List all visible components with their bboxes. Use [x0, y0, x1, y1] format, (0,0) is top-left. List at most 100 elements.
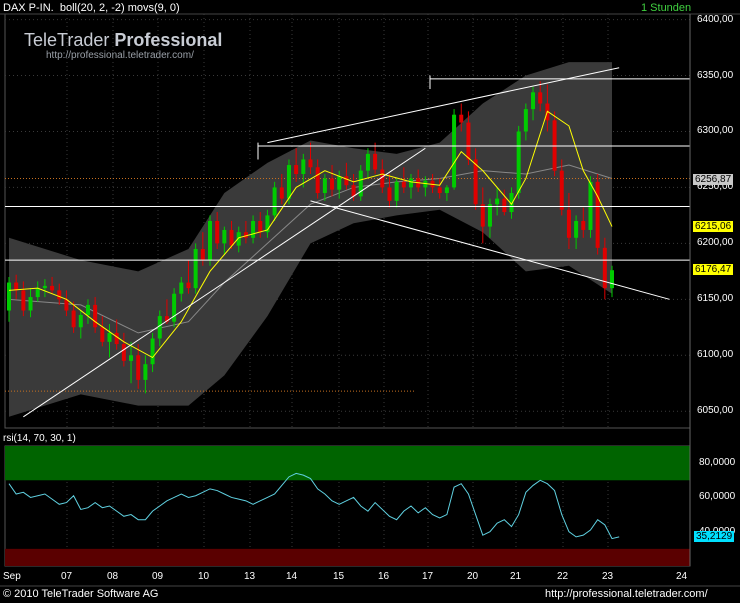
candle-body: [315, 167, 320, 194]
rsi-tick-label: 80,0000: [699, 457, 736, 469]
candle-body: [272, 187, 277, 216]
candle-body: [437, 187, 442, 194]
time-tick-label: 22: [557, 571, 569, 582]
candle-body: [610, 270, 614, 289]
candle-body: [150, 338, 155, 365]
candle-body: [258, 221, 263, 233]
candle-body: [208, 221, 212, 261]
instrument-title: DAX P-IN. boll(20, 2, -2) movs(9, 0): [3, 2, 180, 14]
candle-body: [42, 285, 47, 289]
time-tick-label: 15: [333, 571, 345, 582]
time-tick-label: 23: [602, 571, 614, 582]
chart-window: DAX P-IN. boll(20, 2, -2) movs(9, 0) 1 S…: [0, 0, 740, 603]
candle-body: [251, 221, 256, 238]
candle-body: [136, 355, 141, 380]
candle-body: [552, 120, 557, 171]
indicator-params: boll(20, 2, -2) movs(9, 0): [59, 2, 180, 14]
rsi-value-marker: 35,2129: [694, 531, 735, 542]
candle-body: [559, 170, 564, 210]
time-tick-label: 09: [152, 571, 164, 582]
logo-product: Professional: [114, 30, 223, 50]
candle-body: [487, 204, 492, 227]
candle-body: [452, 114, 457, 188]
candle-body: [229, 229, 234, 246]
time-tick-label: 21: [510, 571, 522, 582]
candle-body: [330, 178, 335, 190]
logo-brand: TeleTrader: [24, 30, 110, 50]
candle-body: [129, 355, 134, 361]
candle-body: [394, 181, 399, 201]
candle-body: [7, 282, 11, 311]
candle-body: [523, 109, 528, 132]
candle-body: [100, 327, 105, 342]
teletrader-logo: TeleTrader Professional http://professio…: [24, 30, 222, 62]
logo-url: http://professional.teletrader.com/: [46, 50, 194, 61]
price-tick-label: 6150,00: [697, 293, 734, 305]
rsi-tick-label: 60,0000: [699, 491, 736, 503]
rsi-overbought-zone: [5, 446, 690, 481]
time-tick-label: 17: [422, 571, 434, 582]
rsi-title[interactable]: rsi(14, 70, 30, 1): [3, 433, 76, 445]
price-tick-label: 6050,00: [697, 405, 734, 417]
candle-body: [21, 290, 26, 311]
time-tick-label: 10: [198, 571, 210, 582]
candle-body: [538, 92, 543, 104]
candle-body: [566, 209, 571, 238]
price-marker: 6176,47: [693, 263, 734, 275]
candle-body: [78, 314, 83, 328]
candle-body: [14, 282, 19, 291]
candle-body: [459, 114, 464, 123]
candle-body: [222, 229, 227, 244]
candle-body: [93, 304, 98, 328]
price-marker: 6256,87: [693, 173, 734, 185]
candle-body: [107, 332, 112, 342]
price-tick-label: 6350,00: [697, 69, 734, 81]
candle-body: [186, 282, 191, 289]
candle-body: [401, 181, 406, 188]
candle-body: [516, 131, 521, 194]
candle-body: [279, 187, 284, 199]
candle-body: [409, 178, 413, 188]
footer-url[interactable]: http://professional.teletrader.com/: [545, 588, 708, 600]
price-tick-label: 6200,00: [697, 237, 734, 249]
candle-body: [337, 176, 342, 190]
candle-body: [193, 248, 198, 289]
candle-body: [495, 198, 500, 205]
interval-label[interactable]: 1 Stunden: [641, 2, 691, 14]
candle-body: [373, 153, 378, 170]
time-tick-label: 07: [61, 571, 73, 582]
candle-body: [50, 285, 55, 291]
candle-body: [179, 282, 184, 294]
candle-body: [71, 310, 76, 328]
candle-body: [581, 221, 586, 230]
candle-body: [502, 198, 507, 213]
candle-body: [466, 122, 471, 160]
candle-body: [588, 181, 593, 230]
candle-body: [322, 178, 327, 194]
candle-body: [387, 187, 392, 201]
time-tick-label: 16: [378, 571, 390, 582]
time-tick-label: 24: [676, 571, 688, 582]
time-tick-label: Sep: [3, 571, 21, 582]
candle-body: [157, 316, 162, 339]
candle-body: [531, 92, 536, 110]
symbol-label[interactable]: DAX P-IN.: [3, 2, 54, 14]
time-tick-label: 20: [467, 571, 479, 582]
candle-body: [308, 159, 313, 168]
time-tick-label: 08: [107, 571, 119, 582]
price-tick-label: 6400,00: [697, 13, 734, 25]
price-tick-label: 6100,00: [697, 349, 734, 361]
candle-body: [365, 153, 370, 171]
price-tick-label: 6300,00: [697, 125, 734, 137]
candle-body: [344, 176, 349, 186]
candle-body: [301, 159, 306, 175]
candle-body: [215, 221, 220, 244]
chart-canvas[interactable]: [0, 0, 740, 603]
time-tick-label: 14: [286, 571, 298, 582]
candle-body: [85, 304, 90, 315]
candle-body: [200, 248, 205, 261]
rsi-oversold-zone: [5, 548, 690, 566]
candle-body: [143, 364, 148, 380]
candle-body: [121, 344, 126, 361]
candle-body: [28, 297, 33, 311]
